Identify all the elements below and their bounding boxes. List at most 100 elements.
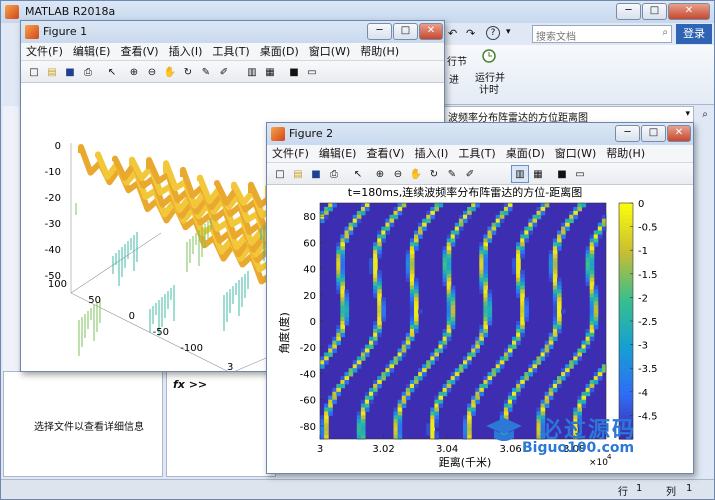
rotate-icon[interactable]: ↻: [179, 63, 197, 81]
new-figure-icon[interactable]: □: [271, 165, 289, 183]
menu-desktop[interactable]: 桌面(D): [501, 145, 550, 163]
run-time-label-2[interactable]: 计时: [479, 81, 499, 96]
print-icon[interactable]: ⎙: [325, 165, 343, 183]
ribbon-label-partial[interactable]: 行节: [447, 53, 467, 68]
rotate-icon[interactable]: ↻: [425, 165, 443, 183]
menu-tools[interactable]: 工具(T): [453, 145, 500, 163]
menu-help[interactable]: 帮助(H): [355, 43, 404, 61]
menu-help[interactable]: 帮助(H): [601, 145, 650, 163]
save-icon[interactable]: ■: [61, 63, 79, 81]
colorbar-tick-label: -1: [638, 246, 648, 257]
heatmap-cell: [364, 348, 370, 353]
figure-1-minimize-button[interactable]: ─: [367, 23, 392, 40]
menu-window[interactable]: 窗口(W): [550, 145, 601, 163]
colorbar-icon[interactable]: ▥: [243, 63, 261, 81]
menu-file[interactable]: 文件(F): [21, 43, 68, 61]
pointer-icon[interactable]: ↖: [349, 165, 367, 183]
pointer-icon[interactable]: ↖: [103, 63, 121, 81]
login-button[interactable]: 登录: [676, 24, 712, 44]
help-icon[interactable]: ?: [486, 26, 500, 40]
figure-1-close-button[interactable]: ✕: [419, 23, 443, 40]
dock-icon[interactable]: ▭: [571, 165, 589, 183]
heatmap-cell: [418, 234, 423, 239]
colorbar-segment: [619, 277, 633, 283]
heatmap-cell: [552, 317, 558, 322]
heatmap-cell: [458, 218, 464, 224]
chevron-down-icon[interactable]: ▾: [685, 109, 690, 119]
menu-view[interactable]: 查看(V): [361, 145, 409, 163]
print-icon[interactable]: ⎙: [79, 63, 97, 81]
pan-icon[interactable]: ✋: [407, 165, 425, 183]
heatmap-cell: [503, 403, 509, 408]
heatmap-cell: [414, 234, 419, 239]
menu-desktop[interactable]: 桌面(D): [255, 43, 304, 61]
close-button[interactable]: ✕: [668, 3, 710, 20]
minimize-button[interactable]: ─: [616, 3, 641, 20]
zoom-out-icon[interactable]: ⊖: [389, 165, 407, 183]
legend-icon[interactable]: ▦: [529, 165, 547, 183]
heatmap-cell: [405, 262, 411, 267]
heatmap-cell: [597, 372, 603, 377]
new-figure-icon[interactable]: □: [25, 63, 43, 81]
heatmap-cell: [442, 273, 448, 279]
save-icon[interactable]: ■: [307, 165, 325, 183]
heatmap-cell: [463, 360, 468, 365]
y-tick-label: 60: [303, 238, 316, 249]
heatmap-cell: [552, 293, 558, 298]
heatmap-cell: [389, 214, 395, 220]
zoom-in-icon[interactable]: ⊕: [371, 165, 389, 183]
maximize-button[interactable]: □: [642, 3, 667, 20]
menu-edit[interactable]: 编辑(E): [68, 43, 116, 61]
zoom-out-icon[interactable]: ⊖: [143, 63, 161, 81]
colorbar-tick-label: -3: [638, 341, 648, 352]
hide-tools-icon[interactable]: ■: [285, 63, 303, 81]
heatmap-cell: [569, 364, 574, 369]
heatmap-cell: [516, 332, 521, 338]
command-window[interactable]: fx >>: [166, 371, 276, 477]
redo-icon[interactable]: ↷: [466, 27, 475, 40]
heatmap-cell: [434, 348, 439, 353]
heatmap-cell: [397, 407, 403, 412]
heatmap-cell: [422, 364, 427, 369]
legend-icon[interactable]: ▦: [261, 63, 279, 81]
menu-view[interactable]: 查看(V): [115, 43, 163, 61]
heatmap-cell: [593, 301, 599, 306]
open-icon[interactable]: ▤: [43, 63, 61, 81]
heatmap-cell: [552, 324, 558, 330]
heatmap-cell: [405, 336, 411, 342]
heatmap-cell: [516, 293, 521, 298]
heatmap-cell: [483, 301, 488, 306]
dock-icon[interactable]: ▭: [303, 63, 321, 81]
figure-1-maximize-button[interactable]: □: [393, 23, 418, 40]
brush-icon[interactable]: ✐: [215, 63, 233, 81]
data-cursor-icon[interactable]: ✎: [197, 63, 215, 81]
heatmap-cell: [340, 289, 345, 294]
search-folder-icon[interactable]: ⌕: [696, 106, 714, 124]
open-icon[interactable]: ▤: [289, 165, 307, 183]
dropdown-icon[interactable]: ▾: [506, 27, 511, 37]
heatmap-cell: [512, 340, 517, 346]
ribbon-label-partial-2[interactable]: 进: [449, 71, 459, 86]
menu-edit[interactable]: 编辑(E): [314, 145, 362, 163]
data-cursor-icon[interactable]: ✎: [443, 165, 461, 183]
pan-icon[interactable]: ✋: [161, 63, 179, 81]
heatmap-cell: [324, 419, 329, 424]
menu-file[interactable]: 文件(F): [267, 145, 314, 163]
brush-icon[interactable]: ✐: [461, 165, 479, 183]
hide-tools-icon[interactable]: ■: [553, 165, 571, 183]
figure-2-minimize-button[interactable]: ─: [615, 125, 640, 142]
menu-window[interactable]: 窗口(W): [304, 43, 355, 61]
run-and-time-icon[interactable]: [481, 47, 497, 65]
zoom-in-icon[interactable]: ⊕: [125, 63, 143, 81]
heatmap-cell: [430, 356, 435, 361]
undo-icon[interactable]: ↶: [448, 27, 457, 40]
search-field[interactable]: 搜索文档 ⌕: [532, 25, 672, 43]
heatmap-cell: [552, 321, 558, 326]
heatmap-cell: [418, 376, 423, 381]
menu-insert[interactable]: 插入(I): [164, 43, 208, 61]
menu-tools[interactable]: 工具(T): [207, 43, 254, 61]
figure-2-maximize-button[interactable]: □: [641, 125, 666, 142]
menu-insert[interactable]: 插入(I): [410, 145, 454, 163]
colorbar-icon[interactable]: ▥: [511, 165, 529, 183]
figure-2-close-button[interactable]: ✕: [667, 125, 691, 142]
